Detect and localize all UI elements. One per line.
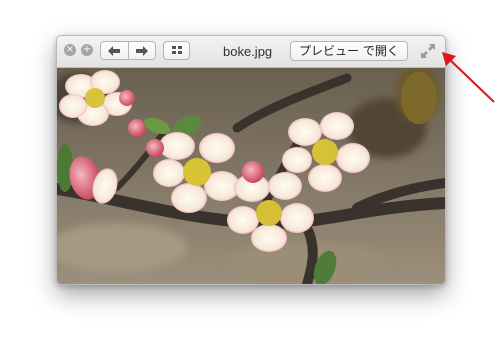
fullscreen-icon[interactable] xyxy=(420,43,436,59)
back-button[interactable] xyxy=(101,42,128,59)
file-name: boke.jpg xyxy=(223,44,273,59)
forward-button[interactable] xyxy=(129,42,156,59)
grid-icon xyxy=(171,46,182,54)
red-arrow-annotation xyxy=(442,52,495,103)
open-with-preview-button[interactable]: プレビュー で開く xyxy=(290,41,408,61)
preview-image xyxy=(57,68,445,284)
navigation-buttons xyxy=(100,41,156,60)
toolbar: × + boke.jpg プレビュー で開く xyxy=(57,36,445,68)
plus-icon[interactable]: + xyxy=(81,44,93,56)
arrow-left-icon xyxy=(108,45,121,56)
close-icon[interactable]: × xyxy=(64,44,76,56)
quick-look-window: × + boke.jpg プレビュー で開く xyxy=(56,35,446,285)
grid-button-inner xyxy=(164,42,189,59)
arrow-right-icon xyxy=(135,45,148,56)
index-sheet-button[interactable] xyxy=(163,41,190,60)
